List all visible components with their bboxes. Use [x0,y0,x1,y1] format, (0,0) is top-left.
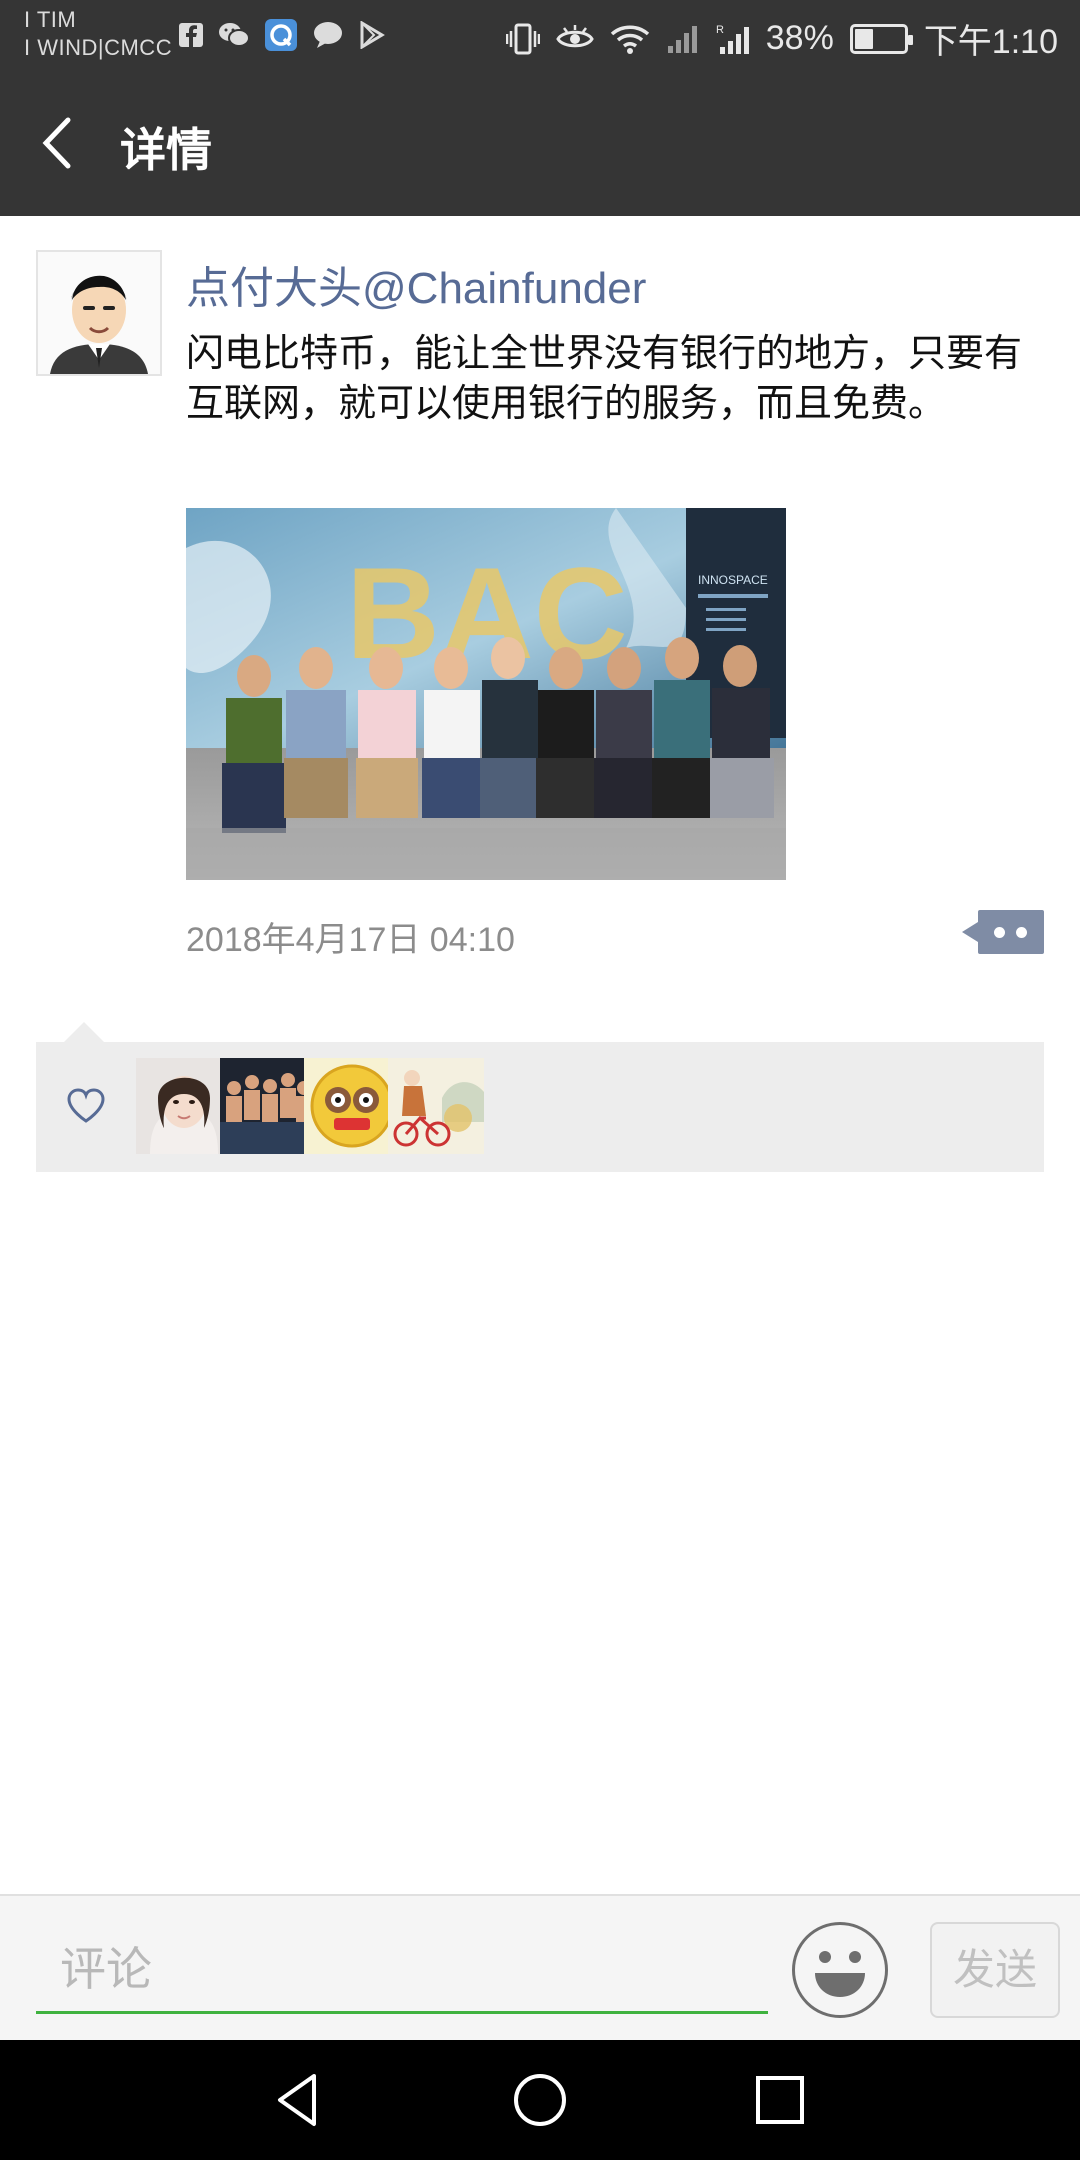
nav-home-icon[interactable] [504,2064,576,2136]
svg-text:R: R [716,24,724,36]
nav-recents-icon[interactable] [744,2064,816,2136]
liker-avatar[interactable] [304,1058,400,1154]
play-store-icon [360,21,385,49]
system-nav-bar [0,2040,1080,2160]
signal-icon [667,25,697,53]
more-dot-icon [1016,927,1027,938]
heart-icon [67,1088,105,1123]
post-timestamp: 2018年4月17日 04:10 [186,921,515,959]
title-bar: 详情 [0,70,1080,216]
facebook-icon [179,23,203,47]
liker-avatar[interactable] [388,1058,484,1154]
status-right: R 38% 下午1:10 [505,14,1058,63]
clock: 下午1:10 [923,23,1058,61]
signal-roaming-icon: R [716,24,749,54]
vibrate-icon [505,23,540,54]
comment-input[interactable] [36,1926,768,2014]
carrier-line-2: I WIND|CMCC [24,35,173,60]
status-bar: I TIM I WIND|CMCC R 38% 下午1:10 [0,0,1080,70]
top-bar: I TIM I WIND|CMCC R 38% 下午1:10 详情 [0,0,1080,216]
smiley-icon [815,1951,865,1997]
battery-icon [849,23,913,54]
more-dot-icon [994,927,1005,938]
likes-pointer [62,1022,106,1044]
carrier-info: I TIM I WIND|CMCC [24,6,172,62]
post-text: 闪电比特币，能让全世界没有银行的地方，只要有互联网，就可以使用银行的服务，而且免… [186,331,1023,425]
comment-bar: 发送 [0,1894,1080,2040]
notification-icons [178,18,386,52]
battery-fill [854,28,874,49]
message-icon [314,22,342,48]
battery-percent: 38% [765,19,834,57]
emoji-button[interactable] [792,1922,888,2018]
more-actions-button[interactable] [962,910,1044,954]
author-avatar[interactable] [36,250,162,376]
carrier-line-1: I TIM [24,7,77,32]
post-photo[interactable]: INNOSPACE BAC [186,508,786,880]
send-button[interactable]: 发送 [930,1922,1060,2018]
liker-avatar[interactable] [136,1058,232,1154]
wifi-icon [610,25,649,54]
author-name[interactable]: 点付大头@Chainfunder [186,252,646,316]
nav-back-icon[interactable] [264,2064,336,2136]
eye-icon [556,24,594,47]
signage-text: INNOSPACE [698,573,768,587]
likes-panel [36,1042,1044,1172]
wechat-icon [219,23,250,47]
qq-browser-icon [265,19,297,51]
page-title: 详情 [120,123,212,177]
back-arrow-icon[interactable] [36,110,80,176]
liker-avatar[interactable] [220,1058,316,1154]
